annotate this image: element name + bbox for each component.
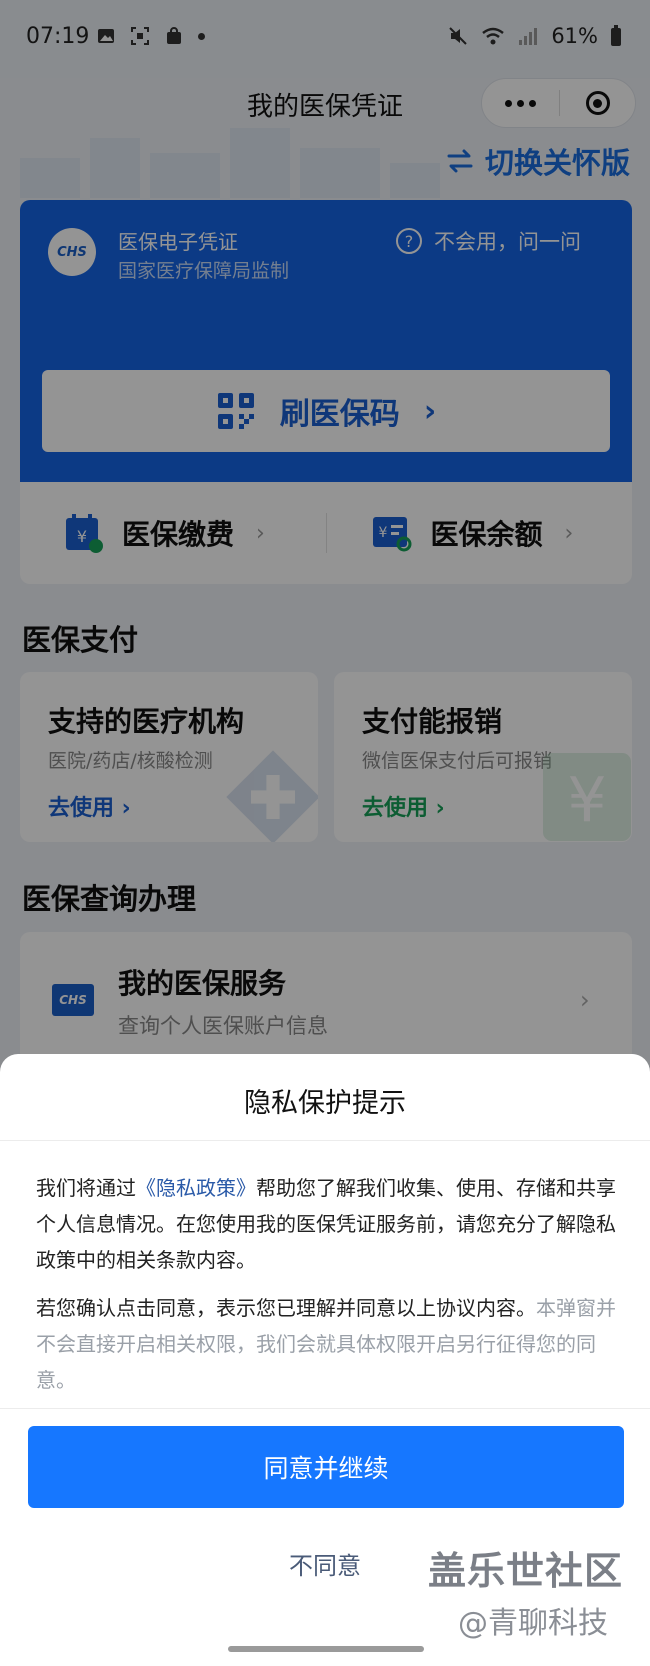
para1-text-before: 我们将通过 [36,1176,136,1200]
privacy-paragraph-2: 若您确认点击同意，表示您已理解并同意以上协议内容。本弹窗并不会直接开启相关权限，… [36,1290,624,1398]
home-indicator[interactable] [228,1646,424,1652]
divider [0,1140,650,1141]
privacy-policy-link[interactable]: 《隐私政策》 [136,1176,256,1200]
agree-continue-button[interactable]: 同意并继续 [28,1426,624,1508]
divider [0,1408,650,1409]
para2-text: 若您确认点击同意，表示您已理解并同意以上协议内容。 [36,1296,536,1320]
watermark-community: 盖乐世社区 [428,1549,624,1593]
privacy-sheet-title: 隐私保护提示 [244,1088,406,1119]
watermark-author: @青聊科技 [458,1606,608,1641]
privacy-paragraph-1: 我们将通过《隐私政策》帮助您了解我们收集、使用、存储和共享个人信息情况。在您使用… [36,1170,624,1278]
